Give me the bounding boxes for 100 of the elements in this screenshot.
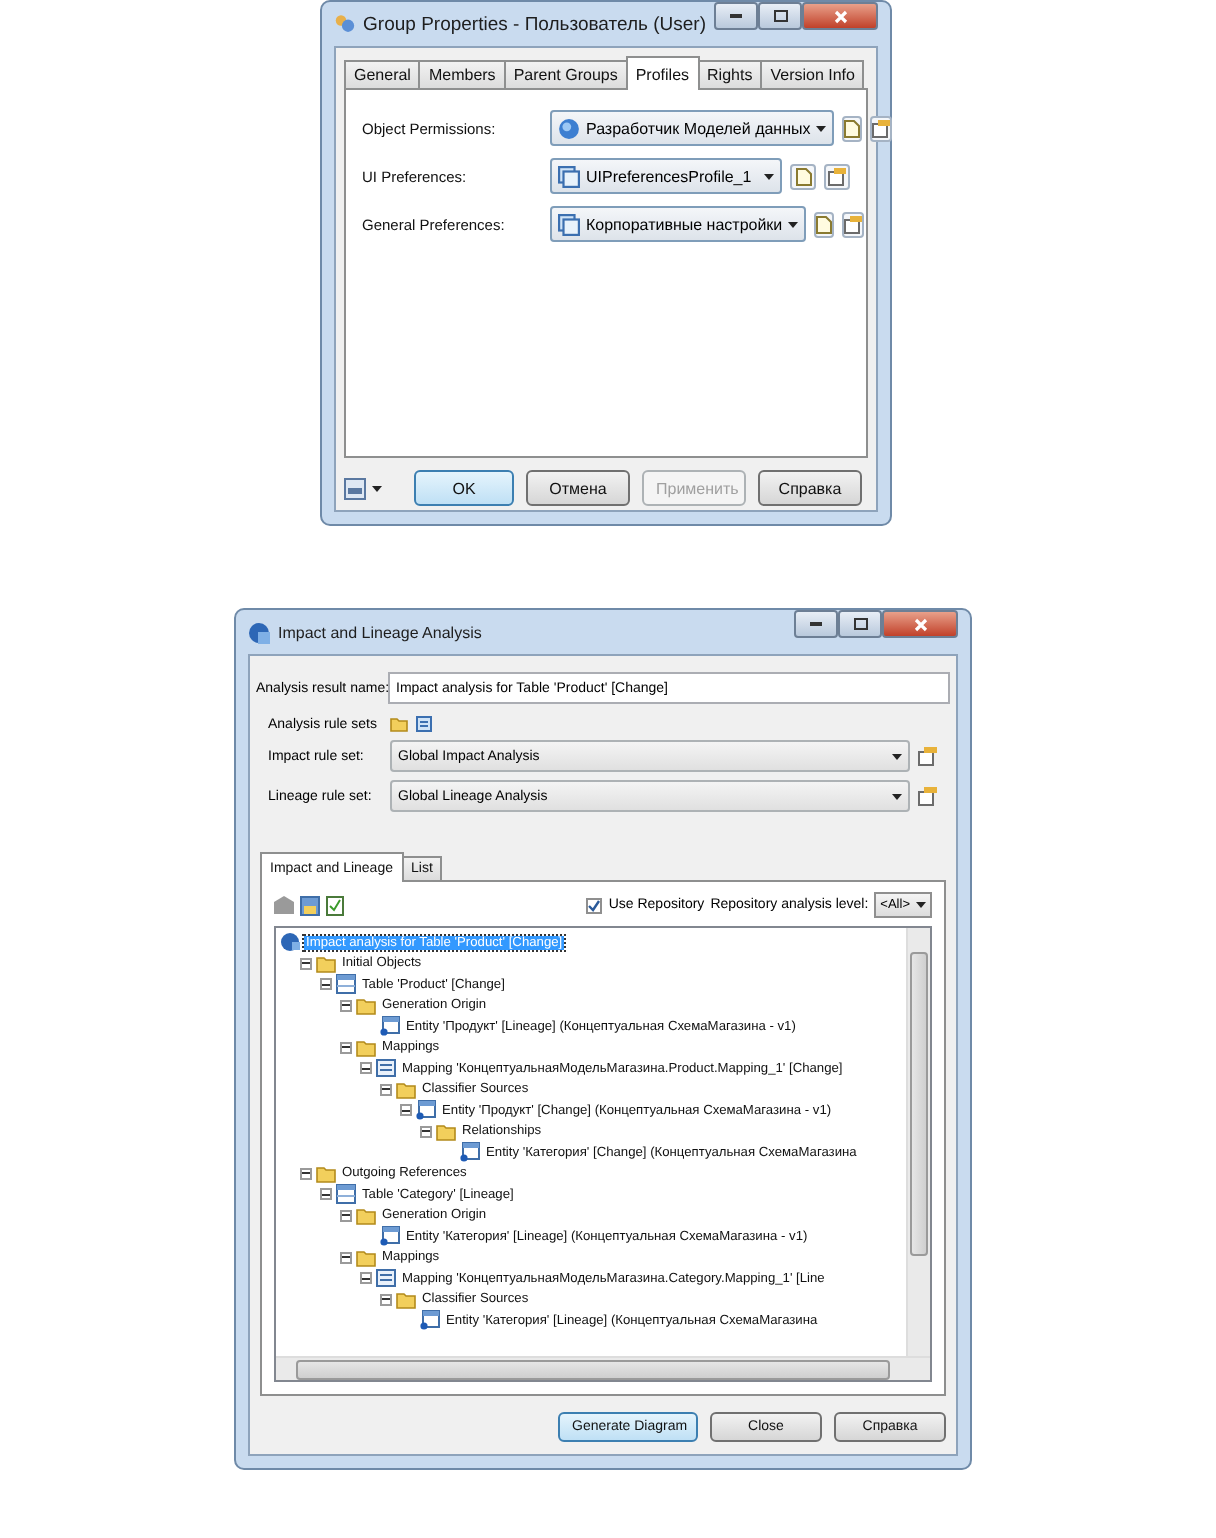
list-icon: [416, 716, 432, 732]
house-icon: [274, 896, 294, 914]
expand-toggle[interactable]: [340, 1251, 352, 1264]
tab[interactable]: General: [344, 60, 421, 88]
diagram-icon: [300, 895, 320, 915]
properties-icon: [828, 167, 846, 185]
entity-icon: [420, 1310, 440, 1331]
window-title: Impact and Lineage Analysis: [278, 623, 484, 641]
caret-icon: [372, 485, 382, 491]
dropdown[interactable]: Корпоративные настройки: [550, 206, 807, 242]
properties-button[interactable]: [842, 211, 865, 237]
close-icon: [833, 9, 847, 23]
new-button[interactable]: [814, 211, 835, 237]
caret-icon: [764, 173, 774, 179]
entity-icon: [380, 1016, 400, 1037]
checkbox[interactable]: [586, 897, 603, 913]
window-title: Group Properties - Пользователь (User): [363, 13, 706, 35]
entity-icon: [460, 1142, 480, 1163]
globe-icon: [558, 117, 580, 139]
entity-icon: [416, 1100, 436, 1121]
new-page-icon: [844, 119, 861, 137]
expand-toggle[interactable]: [340, 1041, 352, 1054]
users-icon: [334, 12, 356, 36]
folder-icon: [356, 1205, 376, 1226]
caret-icon: [816, 125, 827, 131]
properties-button[interactable]: [918, 786, 938, 806]
table-icon: [336, 974, 356, 995]
properties-icon: [872, 119, 891, 137]
menu-button[interactable]: [344, 477, 382, 499]
toolbar-button[interactable]: [274, 896, 294, 914]
minimize-icon: [810, 622, 822, 626]
table-icon: [336, 1184, 356, 1205]
caret-icon: [916, 902, 926, 908]
folder-icon: [316, 1163, 336, 1184]
caret-icon: [892, 793, 902, 799]
expand-toggle[interactable]: [420, 1125, 432, 1138]
folder-icon: [356, 995, 376, 1016]
minimize-icon: [730, 14, 742, 18]
expand-toggle[interactable]: [320, 978, 332, 991]
minimize-button[interactable]: [714, 2, 758, 30]
new-page-icon: [816, 215, 833, 233]
dropdown[interactable]: UIPreferencesProfile_1: [550, 158, 782, 194]
maximize-icon: [853, 618, 867, 630]
window-stack-icon: [558, 213, 580, 235]
close-button[interactable]: [802, 2, 878, 30]
expand-toggle[interactable]: [380, 1293, 392, 1306]
tab[interactable]: Members: [418, 60, 506, 88]
expand-toggle[interactable]: [340, 1209, 352, 1222]
tab[interactable]: Parent Groups: [503, 60, 628, 88]
dialog-button[interactable]: Отмена: [526, 470, 630, 506]
properties-icon: [844, 215, 863, 233]
list-icon: [376, 1058, 396, 1079]
new-page-icon: [795, 167, 811, 185]
maximize-icon: [773, 10, 787, 22]
caret-icon: [788, 221, 799, 227]
tab[interactable]: Profiles: [625, 56, 700, 90]
expand-toggle[interactable]: [320, 1188, 332, 1201]
folder-icon: [396, 1289, 416, 1310]
properties-icon: [918, 786, 938, 806]
dialog-button[interactable]: OK: [414, 470, 514, 506]
dropdown[interactable]: Разработчик Моделей данных: [550, 110, 835, 146]
folder-icon: [436, 1121, 456, 1142]
folder-icon: [316, 953, 336, 974]
properties-button[interactable]: [918, 746, 938, 766]
properties-button[interactable]: [870, 115, 893, 141]
folder-icon: [390, 716, 408, 732]
toolbar-button[interactable]: [300, 895, 320, 915]
properties-button[interactable]: [824, 163, 850, 189]
expand-toggle[interactable]: [400, 1104, 412, 1117]
maximize-button[interactable]: [838, 610, 882, 638]
new-button[interactable]: [790, 163, 816, 189]
list-button[interactable]: [416, 716, 432, 732]
close-icon: [913, 617, 927, 631]
expand-toggle[interactable]: [300, 1167, 312, 1180]
horizontal-scrollbar[interactable]: [276, 1356, 930, 1380]
expand-toggle[interactable]: [300, 957, 312, 970]
entity-icon: [380, 1226, 400, 1247]
dialog-button[interactable]: Справка: [758, 470, 862, 506]
analysis-icon: [248, 621, 270, 643]
close-button[interactable]: [882, 610, 958, 638]
expand-toggle[interactable]: [360, 1272, 372, 1285]
folder-icon: [396, 1079, 416, 1100]
caret-icon: [892, 753, 902, 759]
properties-icon: [918, 746, 938, 766]
toolbar-button[interactable]: [326, 895, 344, 915]
maximize-button[interactable]: [758, 2, 802, 30]
tab[interactable]: Rights: [697, 60, 763, 88]
expand-toggle[interactable]: [340, 999, 352, 1012]
list-icon: [376, 1268, 396, 1289]
vertical-scrollbar[interactable]: [906, 928, 930, 1356]
minimize-button[interactable]: [794, 610, 838, 638]
folder-icon: [356, 1247, 376, 1268]
window-stack-icon: [558, 165, 580, 187]
expand-toggle[interactable]: [380, 1083, 392, 1096]
folder-icon: [356, 1037, 376, 1058]
globe-icon: [280, 932, 300, 953]
document-check-icon: [326, 895, 344, 915]
new-button[interactable]: [842, 115, 863, 141]
tab[interactable]: Version Info: [760, 60, 865, 88]
expand-toggle[interactable]: [360, 1062, 372, 1075]
